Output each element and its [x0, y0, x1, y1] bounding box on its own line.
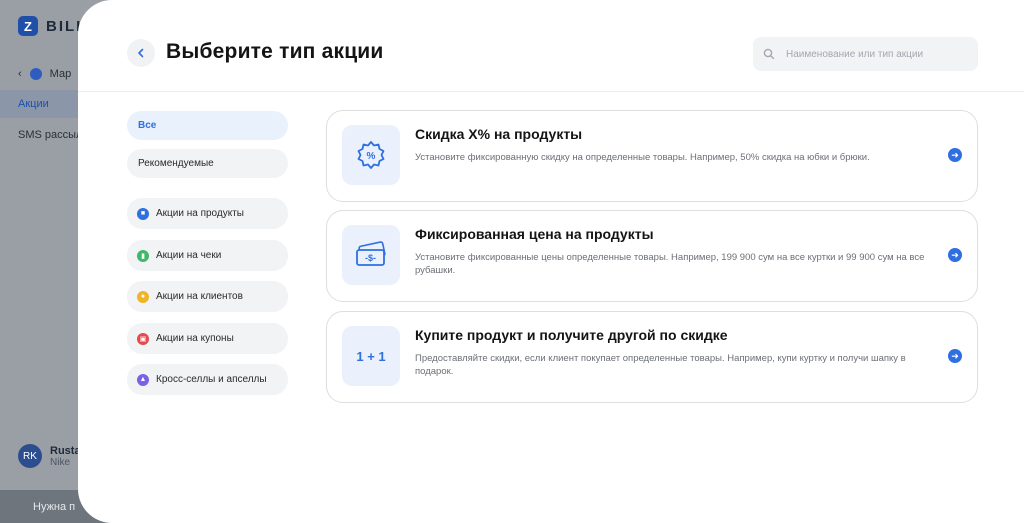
promotion-type-modal: Выберите тип акции Все Рекомендуемые ■ А…: [78, 0, 1024, 523]
arrow-right-icon: ➜: [948, 248, 962, 262]
arrow-right-icon: ➜: [948, 349, 962, 363]
user-icon: ●: [137, 290, 149, 303]
icon-text: 1 + 1: [356, 348, 386, 364]
filter-coupon-promotions[interactable]: ▣ Акции на купоны: [127, 323, 288, 354]
card-description: Предоставляйте скидки, если клиент покуп…: [415, 353, 906, 377]
filter-label: Акции на клиентов: [156, 291, 243, 302]
promo-card-fixed-price[interactable]: -$- Фиксированная цена на продукты Устан…: [326, 210, 978, 302]
filter-recommended[interactable]: Рекомендуемые: [127, 149, 288, 178]
chart-icon: ▲: [137, 373, 149, 386]
chevron-left-icon: ‹: [18, 68, 22, 80]
filter-label: Рекомендуемые: [138, 158, 214, 169]
chevron-left-icon: [138, 48, 144, 58]
back-button[interactable]: [127, 39, 155, 67]
promo-card-percent-discount[interactable]: % Скидка X% на продукты Установите фикси…: [326, 110, 978, 202]
card-description: Установите фиксированную скидку на опред…: [415, 152, 870, 163]
percent-badge-icon: %: [342, 125, 400, 185]
filter-label: Кросс-селлы и апселлы: [156, 374, 267, 385]
user-name: Rusta: [50, 444, 81, 457]
arrow-right-icon: ➜: [948, 148, 962, 162]
search-input[interactable]: [786, 48, 966, 60]
card-description: Установите фиксированные цены определенн…: [415, 252, 925, 276]
filter-label: Все: [138, 120, 157, 131]
promo-card-buy-get-discount[interactable]: 1 + 1 Купите продукт и получите другой п…: [326, 311, 978, 403]
sidebar-item-promotions: Акции: [0, 90, 90, 118]
avatar: RK: [18, 444, 42, 468]
filter-label: Акции на продукты: [156, 208, 244, 219]
filter-label: Акции на чеки: [156, 250, 222, 261]
svg-text:-$-: -$-: [365, 253, 376, 263]
receipt-icon: ▮: [137, 249, 149, 262]
section-icon: [29, 68, 42, 80]
help-label: Нужна п: [33, 501, 76, 513]
card-title: Купите продукт и получите другой по скид…: [415, 327, 728, 343]
sidebar-item-sms: SMS рассылк: [18, 129, 88, 141]
card-title: Скидка X% на продукты: [415, 126, 583, 142]
filter-cross-upsell[interactable]: ▲ Кросс-селлы и апселлы: [127, 364, 288, 395]
filter-product-promotions[interactable]: ■ Акции на продукты: [127, 198, 288, 229]
filter-label: Акции на купоны: [156, 333, 234, 344]
gift-icon: ▣: [137, 332, 149, 345]
card-title: Фиксированная цена на продукты: [415, 226, 654, 242]
box-icon: ■: [137, 207, 149, 220]
banknote-icon: -$-: [342, 225, 400, 285]
filter-all[interactable]: Все: [127, 111, 288, 140]
svg-text:%: %: [367, 151, 376, 162]
search-box[interactable]: [753, 37, 978, 71]
background-back-label: Мар: [49, 68, 72, 80]
user-profile: RK Rusta Nike: [18, 444, 81, 468]
background-back-link: ‹ Мар: [18, 68, 71, 80]
app-logo: Z BILL: [18, 16, 87, 36]
logo-mark: Z: [18, 16, 38, 36]
user-org: Nike: [50, 456, 71, 468]
filter-client-promotions[interactable]: ● Акции на клиентов: [127, 281, 288, 312]
search-icon: [762, 47, 776, 61]
page-title: Выберите тип акции: [166, 40, 384, 63]
modal-header: Выберите тип акции: [78, 0, 1024, 92]
sidebar-item-label: Акции: [18, 98, 49, 110]
one-plus-one-icon: 1 + 1: [342, 326, 400, 386]
filter-receipt-promotions[interactable]: ▮ Акции на чеки: [127, 240, 288, 271]
